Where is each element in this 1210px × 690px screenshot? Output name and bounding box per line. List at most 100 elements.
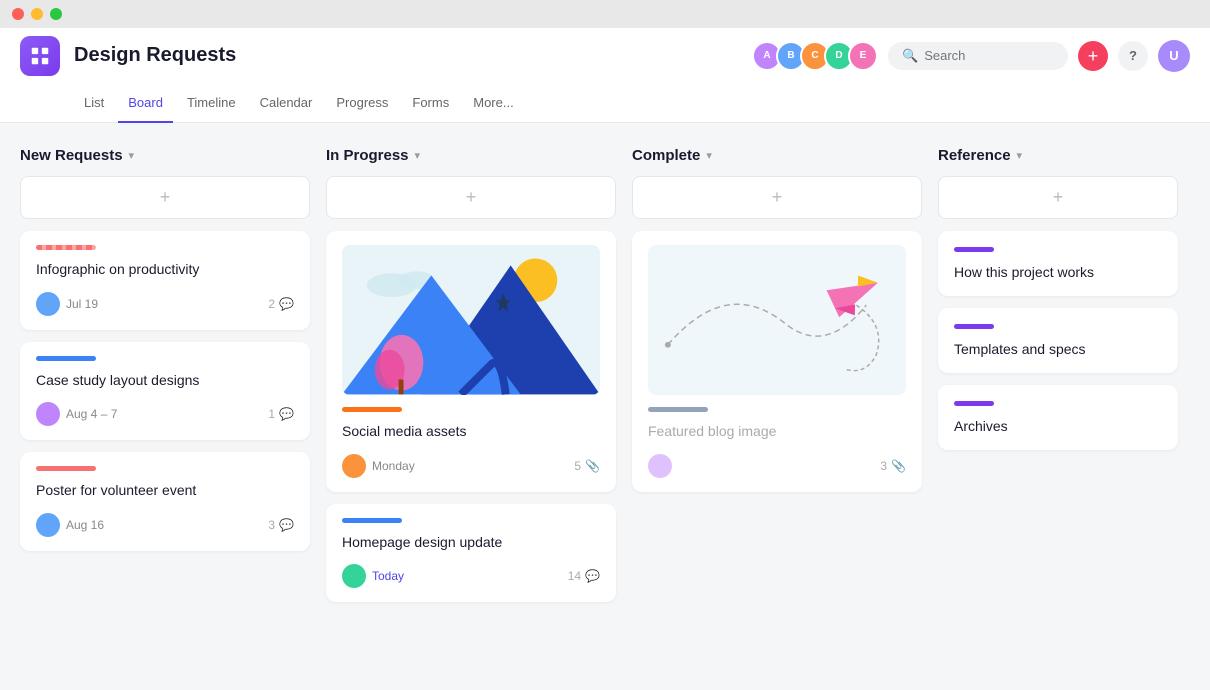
chevron-down-icon-4: ▾ [1017, 149, 1023, 162]
add-button[interactable]: + [1078, 41, 1108, 71]
card-footer-2: Aug 4 – 7 1 💬 [36, 402, 294, 426]
user-avatar[interactable]: U [1158, 40, 1190, 72]
card-infographic[interactable]: Infographic on productivity Jul 19 2 💬 [20, 231, 310, 330]
card-meta-6: 3 📎 [880, 459, 906, 473]
card-avatar-5 [342, 564, 366, 588]
card-blog-image[interactable]: Featured blog image 3 📎 [632, 231, 922, 492]
comment-icon-1: 💬 [279, 297, 294, 311]
card-footer-6: 3 📎 [648, 454, 906, 478]
card-image-mountain [342, 245, 600, 395]
card-meta-5: 14 💬 [568, 569, 600, 583]
comment-count-3: 3 [268, 518, 275, 532]
ref-card-how-works[interactable]: How this project works [938, 231, 1178, 296]
help-button[interactable]: ? [1118, 41, 1148, 71]
topbar-nav: List Board Timeline Calendar Progress Fo… [20, 83, 1190, 123]
comment-icon-2: 💬 [279, 407, 294, 421]
add-card-new-requests[interactable]: + [20, 176, 310, 219]
ref-tag-3 [954, 401, 994, 406]
column-title-in-progress: In Progress [326, 147, 409, 164]
chevron-down-icon-2: ▾ [415, 149, 421, 162]
card-user-6 [648, 454, 672, 478]
ref-card-archives[interactable]: Archives [938, 385, 1178, 450]
tab-forms[interactable]: Forms [402, 83, 459, 123]
minimize-button[interactable] [31, 8, 43, 20]
team-avatars[interactable]: A B C D E [752, 41, 878, 71]
card-social-media[interactable]: Social media assets Monday 5 📎 [326, 231, 616, 492]
card-title-3: Poster for volunteer event [36, 481, 294, 501]
search-input[interactable] [924, 48, 1054, 63]
card-poster[interactable]: Poster for volunteer event Aug 16 3 💬 [20, 452, 310, 551]
ref-card-templates[interactable]: Templates and specs [938, 308, 1178, 373]
tab-calendar[interactable]: Calendar [250, 83, 323, 123]
card-meta-3: 3 💬 [268, 518, 294, 532]
card-user-5: Today [342, 564, 404, 588]
app-icon[interactable] [20, 36, 60, 76]
attachment-icon-4: 📎 [585, 459, 600, 473]
project-title: Design Requests [74, 44, 738, 67]
tab-progress[interactable]: Progress [326, 83, 398, 123]
topbar: Design Requests A B C D E 🔍 + ? U List B… [0, 28, 1210, 123]
card-date-3: Aug 16 [66, 518, 104, 532]
card-user-4: Monday [342, 454, 415, 478]
column-title-reference: Reference [938, 147, 1011, 164]
ref-title-3: Archives [954, 418, 1162, 434]
add-card-reference[interactable]: + [938, 176, 1178, 219]
card-date-1: Jul 19 [66, 297, 98, 311]
card-tag-1 [36, 245, 96, 250]
card-footer-4: Monday 5 📎 [342, 454, 600, 478]
add-card-in-progress[interactable]: + [326, 176, 616, 219]
search-bar[interactable]: 🔍 [888, 42, 1068, 70]
attachment-count-4: 5 [574, 459, 581, 473]
card-title-4: Social media assets [342, 422, 600, 442]
column-title-complete: Complete [632, 147, 700, 164]
maximize-button[interactable] [50, 8, 62, 20]
card-date-5: Today [372, 569, 404, 583]
ref-tag-1 [954, 247, 994, 252]
comment-count-1: 2 [268, 297, 275, 311]
card-tag-3 [36, 466, 96, 471]
topbar-top: Design Requests A B C D E 🔍 + ? U [20, 28, 1190, 83]
column-in-progress: In Progress ▾ + [326, 147, 616, 666]
card-case-study[interactable]: Case study layout designs Aug 4 – 7 1 💬 [20, 342, 310, 441]
plane-svg [648, 245, 906, 395]
card-title-1: Infographic on productivity [36, 260, 294, 280]
card-avatar-1 [36, 292, 60, 316]
card-user-3: Aug 16 [36, 513, 104, 537]
card-footer-5: Today 14 💬 [342, 564, 600, 588]
chevron-down-icon: ▾ [129, 149, 135, 162]
board: New Requests ▾ + Infographic on producti… [0, 123, 1210, 690]
search-icon: 🔍 [902, 48, 918, 64]
card-meta-1: 2 💬 [268, 297, 294, 311]
avatar-5[interactable]: E [848, 41, 878, 71]
add-card-complete[interactable]: + [632, 176, 922, 219]
comment-icon-5: 💬 [585, 569, 600, 583]
grid-icon [29, 45, 51, 67]
column-reference: Reference ▾ + How this project works Tem… [938, 147, 1178, 666]
card-title-5: Homepage design update [342, 533, 600, 553]
topbar-right: A B C D E 🔍 + ? U [752, 40, 1190, 72]
card-homepage[interactable]: Homepage design update Today 14 💬 [326, 504, 616, 603]
card-image-plane [648, 245, 906, 395]
card-tag-5 [342, 518, 402, 523]
tab-timeline[interactable]: Timeline [177, 83, 246, 123]
card-meta-2: 1 💬 [268, 407, 294, 421]
card-tag-4 [342, 407, 402, 412]
card-avatar-3 [36, 513, 60, 537]
card-user-2: Aug 4 – 7 [36, 402, 117, 426]
window-chrome [0, 0, 1210, 28]
tab-more[interactable]: More... [463, 83, 523, 123]
card-avatar-6 [648, 454, 672, 478]
tab-board[interactable]: Board [118, 83, 173, 123]
ref-tag-2 [954, 324, 994, 329]
comment-count-2: 1 [268, 407, 275, 421]
card-title-2: Case study layout designs [36, 371, 294, 391]
column-title-new-requests: New Requests [20, 147, 123, 164]
close-button[interactable] [12, 8, 24, 20]
card-meta-4: 5 📎 [574, 459, 600, 473]
card-footer-3: Aug 16 3 💬 [36, 513, 294, 537]
tab-list[interactable]: List [74, 83, 114, 123]
card-tag-6 [648, 407, 708, 412]
attachment-count-6: 3 [880, 459, 887, 473]
column-header-in-progress: In Progress ▾ [326, 147, 616, 164]
ref-title-1: How this project works [954, 264, 1162, 280]
